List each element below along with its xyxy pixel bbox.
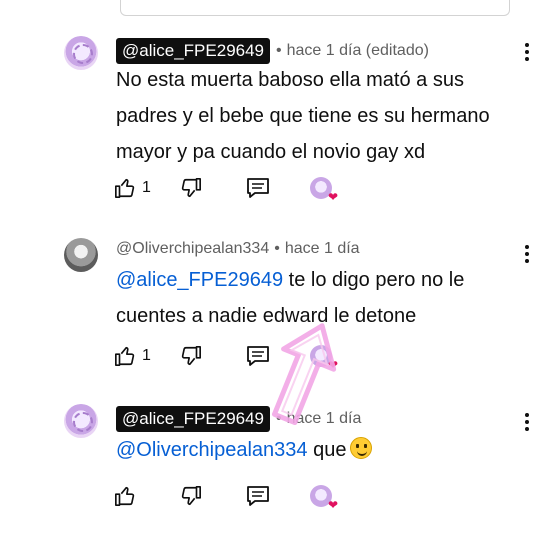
separator-dot: •	[276, 410, 282, 427]
more-options-icon[interactable]	[520, 242, 534, 266]
comment-time[interactable]: hace 1 día	[287, 410, 362, 428]
reply-button[interactable]	[246, 177, 310, 199]
author-handle[interactable]: @Oliverchipealan334	[116, 240, 269, 258]
previous-comment-edge	[120, 0, 510, 16]
more-options-icon[interactable]	[520, 40, 534, 64]
like-icon	[115, 178, 135, 198]
dislike-icon	[181, 346, 201, 366]
winking-face-emoji	[350, 437, 373, 459]
like-button[interactable]: 1	[114, 345, 180, 367]
avatar[interactable]	[64, 36, 98, 70]
comment-text-body: que	[307, 439, 347, 461]
like-button[interactable]	[114, 485, 180, 507]
reply-icon	[247, 346, 269, 366]
avatar[interactable]	[64, 238, 98, 272]
dislike-icon	[181, 178, 201, 198]
comment-text: No esta muerta baboso ella mató a sus pa…	[116, 69, 490, 163]
comment-actions: 1 ❤	[114, 342, 338, 371]
creator-heart-icon: ❤	[310, 177, 338, 203]
dislike-button[interactable]	[180, 177, 246, 199]
reply-icon	[247, 178, 269, 198]
comment-time[interactable]: hace 1 día	[285, 240, 360, 258]
comment-meta: @Oliverchipealan334 • hace 1 día	[116, 240, 360, 258]
like-button[interactable]: 1	[114, 177, 180, 199]
author-handle[interactable]: @alice_FPE29649	[116, 38, 271, 64]
author-handle[interactable]: @alice_FPE29649	[116, 406, 271, 432]
like-icon	[115, 346, 135, 366]
more-options-icon[interactable]	[520, 410, 534, 434]
separator-dot: •	[274, 240, 280, 257]
reply-button[interactable]	[246, 345, 310, 367]
comment-meta: @alice_FPE29649 • hace 1 día (editado)	[116, 38, 429, 64]
reply-button[interactable]	[246, 485, 310, 507]
mention-link[interactable]: @Oliverchipealan334	[116, 439, 308, 461]
comment-text: @alice_FPE29649 te lo digo pero no le cu…	[116, 262, 516, 334]
creator-heart-icon: ❤	[310, 345, 338, 371]
avatar[interactable]	[64, 404, 98, 438]
like-icon	[115, 486, 135, 506]
comment-text: @Oliverchipealan334 que	[116, 432, 516, 468]
comment-actions: 1 ❤	[114, 174, 338, 203]
like-count: 1	[142, 179, 151, 196]
reply-icon	[247, 486, 269, 506]
dislike-button[interactable]	[180, 345, 246, 367]
dislike-icon	[181, 486, 201, 506]
mention-link[interactable]: @alice_FPE29649	[116, 269, 283, 291]
separator-dot: •	[276, 42, 282, 59]
creator-heart-icon: ❤	[310, 485, 338, 511]
comment-actions: ❤	[114, 482, 338, 511]
comment-meta: @alice_FPE29649 • hace 1 día	[116, 406, 361, 432]
comment-time[interactable]: hace 1 día (editado)	[287, 42, 429, 60]
dislike-button[interactable]	[180, 485, 246, 507]
like-count: 1	[142, 347, 151, 364]
